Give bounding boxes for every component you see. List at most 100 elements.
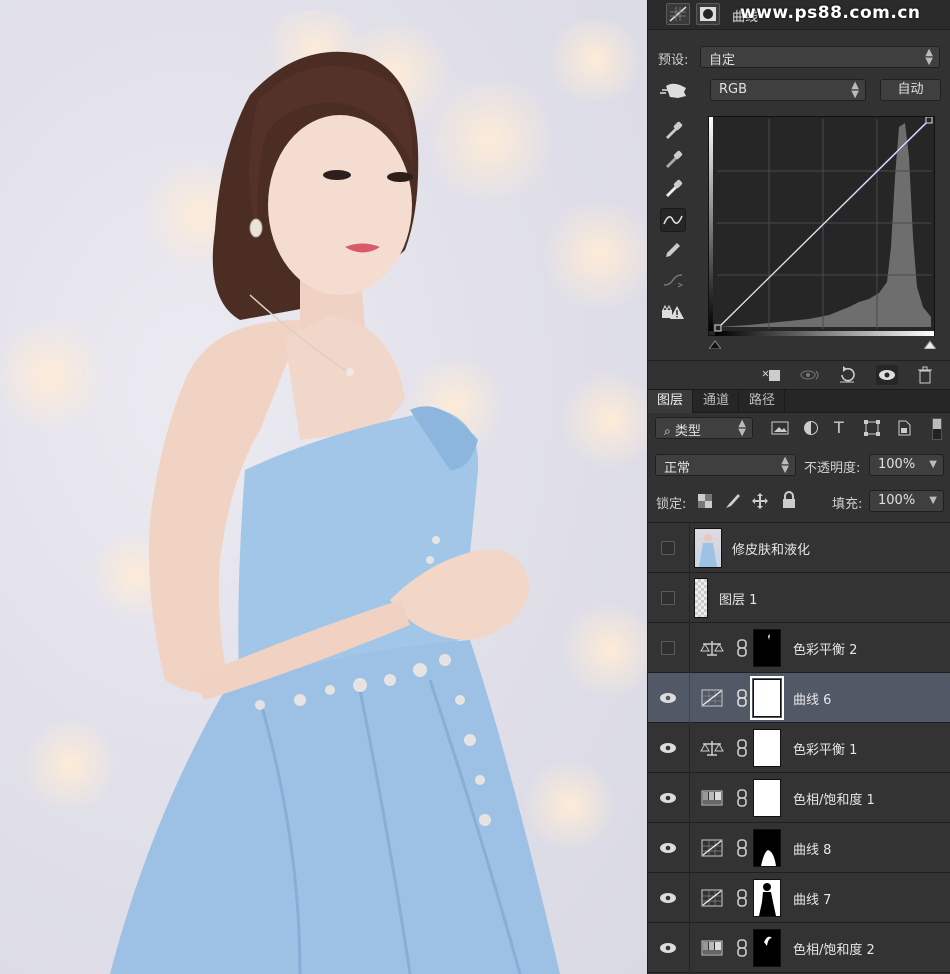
- lock-paint-icon[interactable]: [724, 492, 742, 510]
- layer-name: 图层 1: [719, 593, 758, 608]
- layer-name: 色相/饱和度 2: [793, 943, 875, 958]
- layer-row[interactable]: 图层 1: [648, 573, 950, 623]
- clipping-warning-icon[interactable]: [660, 300, 686, 324]
- opacity-value: 100%: [878, 457, 916, 472]
- reset-icon[interactable]: [836, 365, 858, 385]
- eye-icon[interactable]: [658, 888, 678, 908]
- color-balance-icon: [700, 738, 724, 758]
- layer-mask-thumbnail[interactable]: [753, 879, 781, 917]
- layer-mask-icon[interactable]: [696, 3, 720, 25]
- eyedropper-black-icon[interactable]: [660, 118, 686, 142]
- fill-label: 填充:: [832, 497, 863, 512]
- layer-row[interactable]: 修皮肤和液化: [648, 523, 950, 573]
- lock-label: 锁定:: [656, 497, 687, 512]
- hue-saturation-icon: [700, 788, 724, 808]
- white-point-slider[interactable]: [923, 338, 937, 353]
- filter-smart-object-icon[interactable]: [896, 420, 912, 436]
- pencil-tool-icon[interactable]: [660, 238, 686, 262]
- channel-select[interactable]: RGB ▲ ▼: [710, 79, 866, 101]
- link-chain-icon[interactable]: [735, 789, 749, 807]
- lock-transparent-icon[interactable]: [698, 494, 712, 508]
- curves-icon: [700, 888, 724, 908]
- visibility-toggle-off[interactable]: [661, 541, 675, 555]
- filter-type-icon[interactable]: T: [834, 418, 844, 437]
- eye-icon[interactable]: [658, 788, 678, 808]
- visibility-toggle-off[interactable]: [661, 591, 675, 605]
- hue-saturation-icon: [700, 938, 724, 958]
- updown-arrow-icon: ▲ ▼: [851, 80, 859, 100]
- curve-point-tool-icon[interactable]: [660, 208, 686, 232]
- layer-row[interactable]: 曲线 8: [648, 823, 950, 873]
- layer-row[interactable]: 曲线 7: [648, 873, 950, 923]
- updown-arrow-icon: ▲ ▼: [925, 47, 933, 67]
- link-chain-icon[interactable]: [735, 739, 749, 757]
- link-chain-icon[interactable]: [735, 639, 749, 657]
- layer-thumbnail: [694, 528, 722, 568]
- layer-mask-thumbnail[interactable]: [753, 629, 781, 667]
- layer-name: 色彩平衡 1: [793, 743, 858, 758]
- blend-mode-select[interactable]: 正常 ▲ ▼: [655, 454, 796, 476]
- visibility-toggle-off[interactable]: [661, 641, 675, 655]
- layer-row[interactable]: 色相/饱和度 2: [648, 923, 950, 973]
- color-balance-icon: [700, 638, 724, 658]
- layer-filter-select[interactable]: ⌕ 类型 ▲ ▼: [655, 417, 753, 439]
- channel-value: RGB: [719, 82, 748, 97]
- watermark-text: www.ps88.com.cn: [740, 3, 921, 23]
- link-chain-icon[interactable]: [735, 689, 749, 707]
- tab-paths[interactable]: 路径: [740, 390, 786, 413]
- view-previous-state-icon[interactable]: [798, 365, 820, 385]
- preset-select[interactable]: 自定 ▲ ▼: [700, 46, 940, 68]
- fill-input[interactable]: 100% ▼: [869, 490, 944, 512]
- filter-pixel-icon[interactable]: [771, 420, 789, 436]
- opacity-input[interactable]: 100% ▼: [869, 454, 944, 476]
- tab-layers[interactable]: 图层: [648, 390, 694, 413]
- eye-icon[interactable]: [658, 838, 678, 858]
- curves-icon: [700, 838, 724, 858]
- layer-mask-thumbnail[interactable]: [750, 676, 784, 720]
- layer-row[interactable]: 色相/饱和度 1: [648, 773, 950, 823]
- curves-graph[interactable]: [708, 116, 935, 336]
- link-chain-icon[interactable]: [735, 839, 749, 857]
- layer-name: 曲线 7: [793, 893, 832, 908]
- filter-adjustment-icon[interactable]: [803, 420, 819, 436]
- layer-mask-thumbnail[interactable]: [753, 729, 781, 767]
- eye-icon[interactable]: [658, 938, 678, 958]
- eye-icon[interactable]: [658, 738, 678, 758]
- targeted-adjustment-hand-icon[interactable]: [660, 80, 692, 102]
- toggle-visibility-icon[interactable]: [876, 365, 898, 385]
- lock-position-icon[interactable]: [751, 492, 769, 510]
- blend-mode-value: 正常: [664, 461, 691, 476]
- black-point-slider[interactable]: [708, 338, 722, 353]
- layer-row-selected[interactable]: 曲线 6: [648, 673, 950, 723]
- auto-button[interactable]: 自动: [880, 79, 941, 101]
- layers-tab-bar: 图层 通道 路径: [648, 389, 950, 413]
- filter-kind-value: 类型: [674, 424, 701, 439]
- tab-channels[interactable]: 通道: [694, 390, 740, 413]
- filter-shape-icon[interactable]: [864, 420, 880, 436]
- eyedropper-gray-icon[interactable]: [660, 147, 686, 171]
- preset-label: 预设:: [658, 53, 689, 68]
- curves-adjustment-icon[interactable]: [666, 3, 690, 25]
- link-chain-icon[interactable]: [735, 889, 749, 907]
- portrait-illustration: [110, 51, 560, 974]
- layer-mask-thumbnail[interactable]: [753, 779, 781, 817]
- eyedropper-white-icon[interactable]: [660, 176, 686, 200]
- transparent-thumbnail: [694, 578, 708, 618]
- dropdown-arrow-icon: ▼: [929, 495, 937, 506]
- layer-row[interactable]: 色彩平衡 1: [648, 723, 950, 773]
- delete-trash-icon[interactable]: [914, 365, 936, 385]
- document-canvas[interactable]: [0, 0, 647, 974]
- filter-toggle-switch[interactable]: [932, 418, 942, 440]
- lock-all-icon[interactable]: [781, 491, 797, 509]
- opacity-label: 不透明度:: [804, 461, 861, 476]
- layer-name: 色相/饱和度 1: [793, 793, 875, 808]
- layer-mask-thumbnail[interactable]: [753, 829, 781, 867]
- fill-value: 100%: [878, 493, 916, 508]
- layer-row[interactable]: 色彩平衡 2: [648, 623, 950, 673]
- link-chain-icon[interactable]: [735, 939, 749, 957]
- clip-to-layer-icon[interactable]: [760, 365, 782, 385]
- eye-icon[interactable]: [658, 688, 678, 708]
- smooth-curve-icon[interactable]: [660, 268, 686, 292]
- layer-mask-thumbnail[interactable]: [753, 929, 781, 967]
- curves-icon: [700, 688, 724, 708]
